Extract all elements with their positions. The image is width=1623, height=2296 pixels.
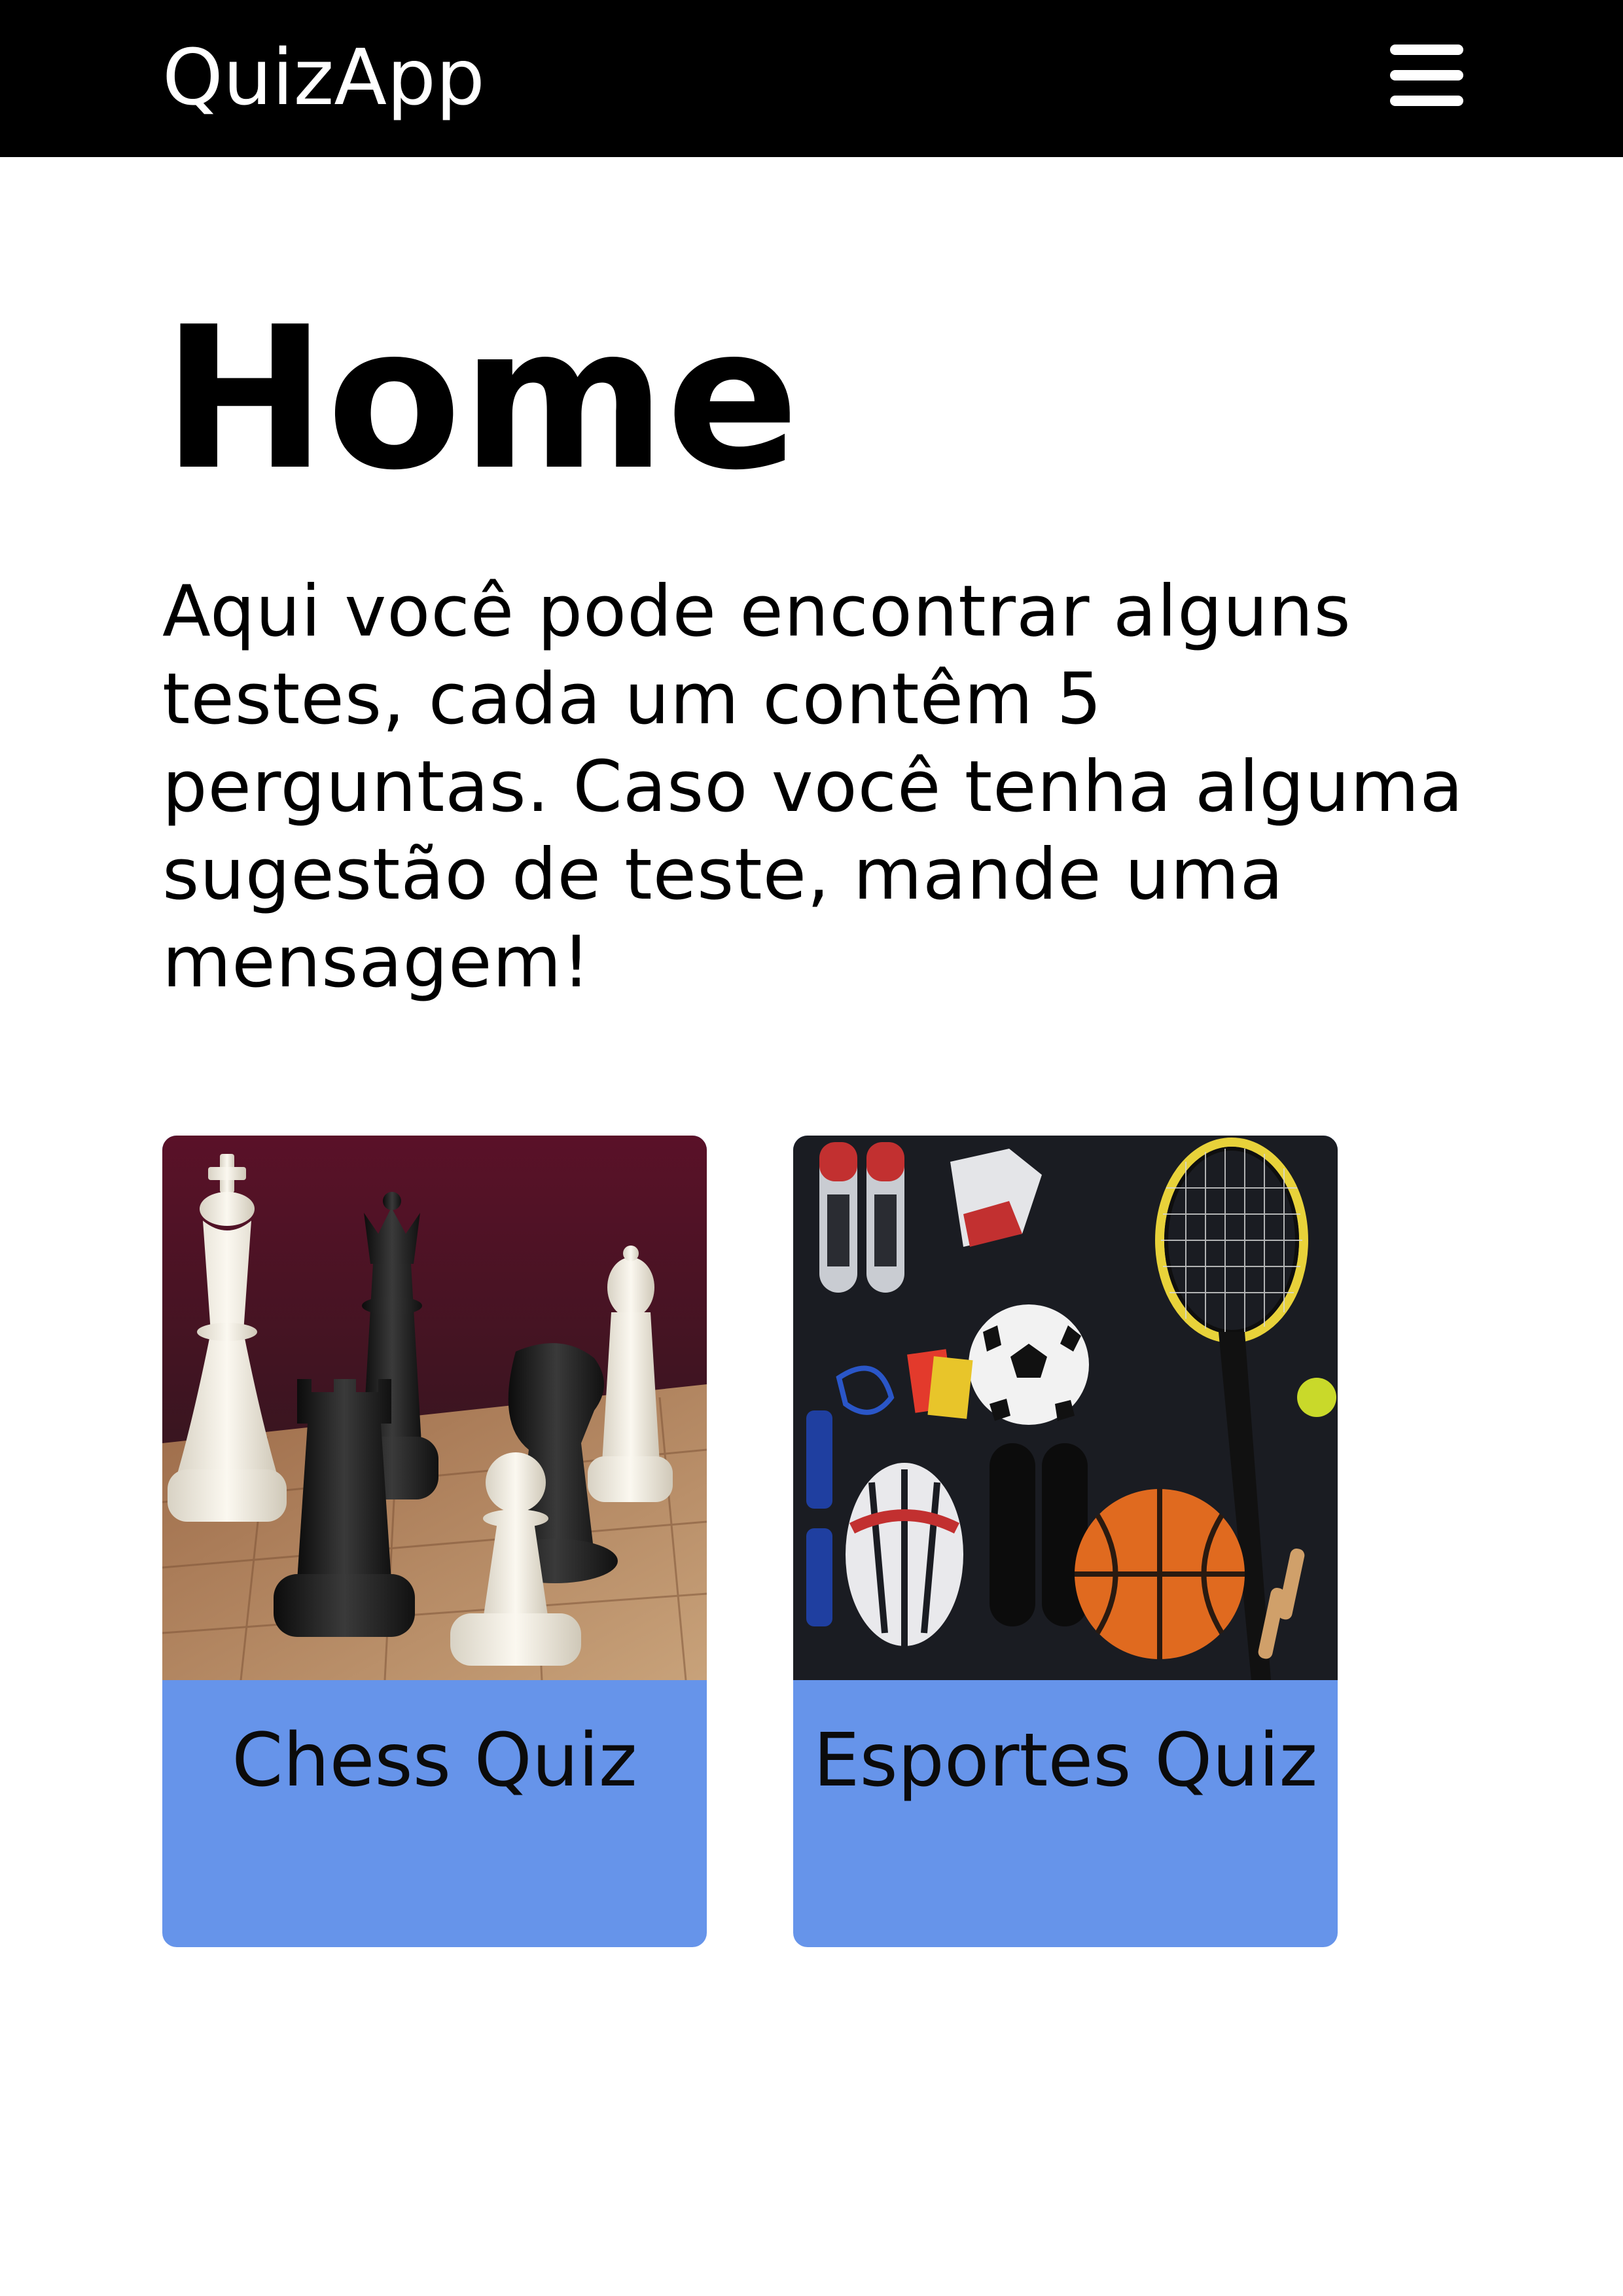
sports-quiz-card[interactable]: Esportes Quiz <box>793 1136 1338 1947</box>
chess-pieces-image <box>162 1136 707 1680</box>
hamburger-menu-icon[interactable] <box>1387 39 1466 111</box>
menu-bar <box>1390 45 1463 55</box>
chess-quiz-label: Chess Quiz <box>232 1718 637 1803</box>
navbar: QuizApp <box>0 0 1623 157</box>
page-title: Home <box>162 285 800 513</box>
sports-quiz-label: Esportes Quiz <box>813 1718 1318 1803</box>
brand-link[interactable]: QuizApp <box>162 31 485 123</box>
intro-text: Aqui você pode encontrar alguns testes, … <box>162 571 1464 1003</box>
menu-bar <box>1390 96 1463 106</box>
chess-quiz-card[interactable]: Chess Quiz <box>162 1136 707 1947</box>
sports-equipment-image <box>793 1136 1338 1680</box>
menu-bar <box>1390 70 1463 81</box>
